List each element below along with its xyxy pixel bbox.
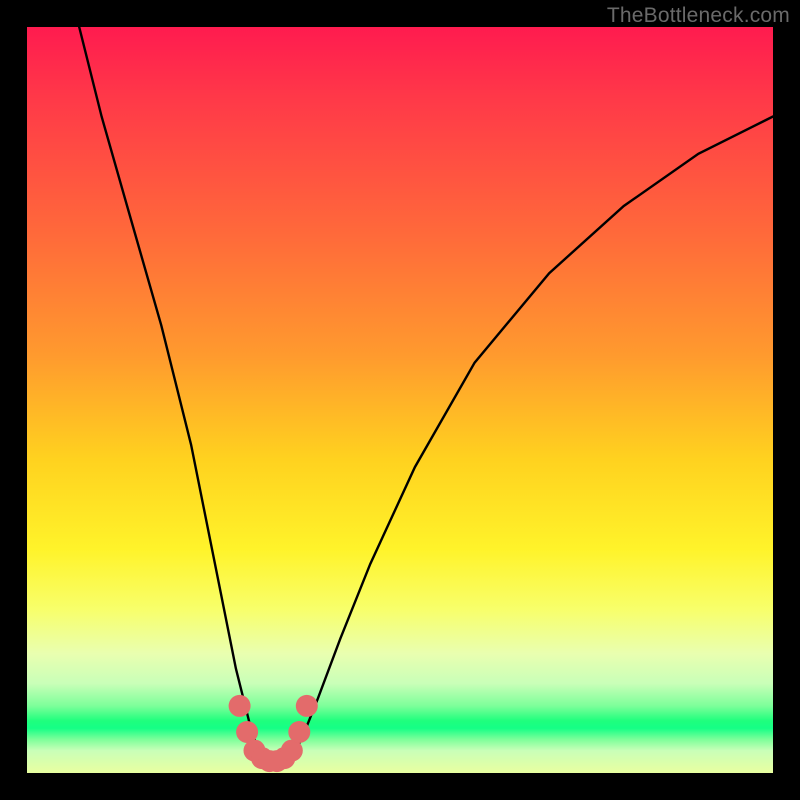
highlight-point [229,695,251,717]
chart-frame: TheBottleneck.com [0,0,800,800]
chart-overlay [27,27,773,773]
highlight-points [229,695,318,772]
bottleneck-curve [79,27,773,762]
highlight-point [296,695,318,717]
highlight-point [288,721,310,743]
plot-area [27,27,773,773]
watermark-text: TheBottleneck.com [607,4,790,28]
